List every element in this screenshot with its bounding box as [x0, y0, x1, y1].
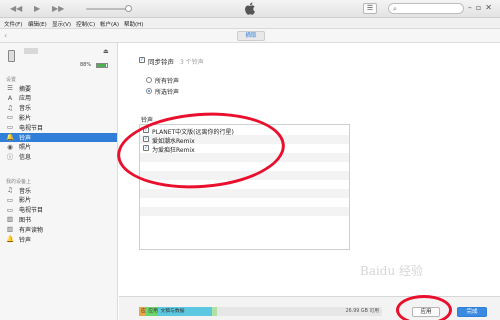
sidebar-item-label: 影片: [19, 197, 32, 205]
ringtones-icon: 🔔: [6, 133, 15, 141]
capacity-segment: [211, 307, 217, 316]
sidebar-item-label: 照片: [19, 144, 32, 152]
watermark: Baidu 经验: [360, 264, 424, 278]
device-name-redacted: [24, 48, 38, 54]
radio-selected-ringtones-label: 所选铃声: [155, 89, 180, 96]
radio-all-ringtones[interactable]: [146, 77, 152, 83]
capacity-segment: 应用: [146, 307, 159, 316]
eject-icon[interactable]: ⏏: [103, 48, 109, 55]
main-panel: ✓ 同步铃声 3 个铃声 所有铃声 所选铃声 铃声 ✓ PLANET中文版(远离…: [114, 43, 500, 296]
sidebar-item-tv[interactable]: ▭ 电视节目: [0, 123, 117, 132]
ringtones-icon: 🔔: [6, 235, 15, 243]
menu-file[interactable]: 文件(F): [4, 20, 22, 28]
tab-strip: ‹ 摘取: [0, 29, 500, 43]
capacity-segment: 应用: [139, 307, 147, 316]
rewind-icon[interactable]: ◀◀: [10, 4, 22, 14]
music-icon: ♫: [7, 103, 13, 112]
window-controls[interactable]: –▫✕: [468, 3, 496, 12]
sidebar-item-label: 图书: [19, 216, 32, 224]
battery-icon: [96, 63, 108, 68]
tv-icon: ▭: [6, 123, 14, 132]
search-icon: ⌕: [393, 5, 397, 13]
empty-row: [140, 189, 349, 198]
sidebar-item-label: 电视节目: [19, 124, 44, 132]
empty-row: [140, 207, 349, 216]
sync-ringtones-checkbox[interactable]: ✓: [139, 57, 145, 63]
sidebar-item-books[interactable]: ▥ 图书: [0, 215, 117, 224]
done-button[interactable]: 完成: [457, 307, 487, 317]
radio-all-ringtones-label: 所有铃声: [155, 78, 180, 85]
menu-bar: 文件(F) 编辑(E) 显示(V) 控制(C) 帐户(A) 帮助(H): [0, 18, 500, 29]
sidebar-item-label: 音乐: [19, 187, 32, 195]
sidebar-item-label: 应用: [19, 95, 32, 103]
music-icon: ♫: [7, 186, 13, 194]
summary-icon: ☰: [7, 84, 13, 92]
sidebar-item-apps[interactable]: A 应用: [0, 94, 117, 103]
sidebar-item-label: 音乐: [19, 105, 32, 113]
sidebar-item-label: 有声读物: [19, 226, 44, 234]
sidebar-item-info[interactable]: ⓘ 信息: [0, 153, 117, 162]
play-icon[interactable]: ▶: [34, 4, 40, 14]
info-icon: ⓘ: [6, 152, 14, 161]
audiobooks-icon: ▥: [6, 225, 14, 234]
toolbar: ◀◀ ▶ ▶▶ ☰ ⌕ –▫✕: [0, 0, 500, 18]
sync-count: 3 个铃声: [180, 58, 204, 66]
sidebar-item-movies[interactable]: ▭ 影片: [0, 113, 117, 122]
radio-selected-ringtones[interactable]: [146, 88, 152, 94]
apps-icon: A: [7, 93, 13, 102]
bottom-bar: 应用 应用 文稿与数据 26.99 GB 可用 应用 完成: [119, 295, 500, 320]
menu-account[interactable]: 帐户(A): [100, 20, 119, 28]
tv-icon: ▭: [6, 205, 14, 214]
back-arrow-icon[interactable]: ‹: [4, 31, 7, 40]
volume-knob[interactable]: [125, 5, 132, 12]
books-icon: ▥: [6, 215, 14, 224]
photos-icon: ◉: [7, 142, 13, 151]
battery-fill: [97, 64, 106, 67]
sidebar-item-label: 铃声: [19, 236, 32, 244]
capacity-segment: 文稿与数据: [158, 307, 212, 316]
volume-slider[interactable]: [86, 8, 130, 10]
tab-device[interactable]: 摘取: [237, 31, 265, 41]
sidebar-item-label: 信息: [19, 154, 32, 162]
menu-controls[interactable]: 控制(C): [76, 20, 95, 28]
sidebar-item-ringtones[interactable]: 🔔 铃声: [0, 235, 117, 244]
sidebar-item-movies[interactable]: ▭ 影片: [0, 196, 117, 205]
sidebar-item-label: 铃声: [19, 134, 32, 142]
sidebar-item-label: 影片: [19, 114, 32, 122]
sidebar-item-tv[interactable]: ▭ 电视节目: [0, 206, 117, 215]
fast-forward-icon[interactable]: ▶▶: [52, 4, 64, 14]
sidebar-item-summary[interactable]: ☰ 摘要: [0, 84, 117, 93]
movies-icon: ▭: [6, 195, 14, 204]
sidebar: ⏏ 88% 设置 ☰ 摘要 A 应用 ♫ 音乐 ▭ 影片 ▭ 电视节目 🔔 铃声 ◉ 照片 ⓘ 信息 我的设备…: [0, 43, 118, 320]
list-view-icon[interactable]: ☰: [363, 3, 377, 14]
menu-help[interactable]: 帮助(H): [124, 20, 143, 28]
battery-percent: 88%: [80, 62, 92, 68]
empty-row: [140, 198, 349, 207]
menu-edit[interactable]: 编辑(E): [28, 20, 47, 28]
movies-icon: ▭: [6, 113, 14, 122]
sync-ringtones-label: 同步铃声: [148, 58, 174, 66]
sidebar-item-audiobooks[interactable]: ▥ 有声读物: [0, 225, 117, 234]
search-input[interactable]: [401, 5, 461, 13]
menu-view[interactable]: 显示(V): [52, 20, 71, 28]
search-field[interactable]: ⌕: [388, 3, 464, 14]
sidebar-item-photos[interactable]: ◉ 照片: [0, 143, 117, 152]
iphone-icon: [8, 50, 15, 62]
annotation-circle: [396, 295, 452, 320]
sidebar-item-label: 电视节目: [19, 207, 44, 215]
sidebar-item-music[interactable]: ♫ 音乐: [0, 186, 117, 195]
section-title-on-device: 我的设备上: [6, 179, 32, 185]
section-title-settings: 设置: [6, 77, 17, 83]
sidebar-item-music[interactable]: ♫ 音乐: [0, 104, 117, 113]
capacity-bar: 应用 应用 文稿与数据 26.99 GB 可用: [139, 307, 382, 316]
free-space-label: 26.99 GB 可用: [345, 309, 379, 314]
apple-logo-icon: [245, 2, 255, 15]
sidebar-item-ringtones[interactable]: 🔔 铃声: [0, 133, 117, 142]
sidebar-item-label: 摘要: [19, 85, 32, 93]
